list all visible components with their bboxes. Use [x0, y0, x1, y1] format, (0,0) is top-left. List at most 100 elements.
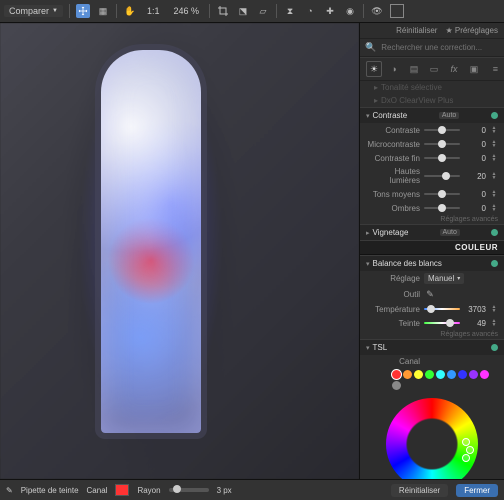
- stepper[interactable]: ▲▼: [490, 172, 498, 180]
- section-light-icon[interactable]: ☀: [366, 61, 382, 77]
- channel-dot[interactable]: [458, 370, 467, 379]
- horizon-tool-icon[interactable]: ⬔: [236, 4, 250, 18]
- wb-temp-slider[interactable]: [424, 304, 460, 314]
- section-color-icon[interactable]: ◑: [386, 61, 402, 77]
- section-vignetage-header[interactable]: ▸Vignetage Auto: [360, 224, 504, 240]
- footer-close-button[interactable]: Fermer: [456, 484, 498, 497]
- stepper[interactable]: ▲▼: [490, 319, 498, 327]
- footer-rayon-value: 3 px: [217, 486, 232, 495]
- redeye-tool-icon[interactable]: ◉: [343, 4, 357, 18]
- tsl-canal-label: Canal: [366, 357, 420, 366]
- separator: [363, 4, 364, 18]
- stepper[interactable]: ▲▼: [490, 305, 498, 313]
- perspective-tool-icon[interactable]: ▱: [256, 4, 270, 18]
- footer-pipette-label: Pipette de teinte: [21, 486, 79, 495]
- channel-dot[interactable]: [436, 370, 445, 379]
- zoom-percent[interactable]: 246 %: [169, 6, 203, 16]
- auto-toggle[interactable]: Auto: [439, 112, 459, 119]
- channel-dot[interactable]: [480, 370, 489, 379]
- section-contraste-header[interactable]: ▾ Contraste Auto: [360, 107, 504, 123]
- zoom-ratio[interactable]: 1:1: [143, 6, 164, 16]
- grid-tool-icon[interactable]: ▦: [96, 4, 110, 18]
- slider[interactable]: [424, 139, 460, 149]
- footer-reset-button[interactable]: Réinitialiser: [391, 484, 448, 497]
- compare-dropdown[interactable]: Comparer ▼: [4, 5, 63, 17]
- footer-rayon-label: Rayon: [137, 486, 160, 495]
- move-tool-icon[interactable]: [76, 4, 90, 18]
- section-enable-switch[interactable]: [491, 344, 498, 351]
- section-watermark-icon[interactable]: ▣: [466, 61, 482, 77]
- stepper[interactable]: ▲▼: [490, 126, 498, 134]
- wheel-handle[interactable]: [462, 454, 470, 462]
- slider-value: 0: [464, 140, 486, 149]
- image-canvas[interactable]: [0, 23, 359, 479]
- footer-channel-swatch[interactable]: [115, 484, 129, 496]
- slider-label: Hautes lumières: [366, 167, 420, 185]
- footer-canal-label: Canal: [87, 486, 108, 495]
- slider[interactable]: [424, 153, 460, 163]
- channel-dot[interactable]: [447, 370, 456, 379]
- slider[interactable]: [424, 125, 460, 135]
- wb-advanced-link[interactable]: Réglages avancés: [360, 330, 504, 339]
- section-enable-switch[interactable]: [491, 260, 498, 267]
- eyedropper-icon: ✎: [6, 486, 13, 495]
- wb-tool-label: Outil: [366, 290, 420, 299]
- slider[interactable]: [424, 189, 460, 199]
- stepper[interactable]: ▲▼: [490, 190, 498, 198]
- section-tsl-header[interactable]: ▾TSL: [360, 339, 504, 355]
- stepper[interactable]: ▲▼: [490, 204, 498, 212]
- channel-dot[interactable]: [425, 370, 434, 379]
- repair-tool-icon[interactable]: ✚: [323, 4, 337, 18]
- footer-rayon-slider[interactable]: [169, 488, 209, 492]
- presets-link[interactable]: ★ Préréglages: [445, 26, 498, 35]
- stepper[interactable]: ▲▼: [490, 140, 498, 148]
- section-detail-icon[interactable]: ▤: [406, 61, 422, 77]
- section-tonalite[interactable]: ▸Tonalité sélective: [360, 81, 504, 94]
- wb-mode-dropdown[interactable]: Manuel ▾: [424, 273, 464, 284]
- search-input[interactable]: [379, 42, 499, 53]
- channel-dot[interactable]: [392, 370, 401, 379]
- color-wheel[interactable]: ➚: [386, 398, 478, 479]
- frame-tool-icon[interactable]: [390, 4, 404, 18]
- wb-tint-slider[interactable]: [424, 318, 460, 328]
- section-fx-icon[interactable]: fx: [446, 61, 462, 77]
- chevron-down-icon: ▼: [52, 8, 58, 14]
- wb-picker-icon[interactable]: ⧗: [283, 4, 297, 18]
- panel-menu-icon[interactable]: ≡: [493, 64, 498, 74]
- auto-toggle[interactable]: Auto: [440, 229, 460, 236]
- channel-dot[interactable]: [392, 381, 401, 390]
- channel-dot[interactable]: [403, 370, 412, 379]
- search-icon: 🔍: [365, 42, 376, 53]
- wheel-arrow-icon: ➚: [424, 437, 439, 453]
- section-enable-switch[interactable]: [491, 112, 498, 119]
- wb-mode-label: Réglage: [366, 274, 420, 283]
- slider-value: 0: [464, 126, 486, 135]
- contraste-advanced-link[interactable]: Réglages avancés: [360, 215, 504, 224]
- view-tool-icon[interactable]: 👁: [370, 4, 384, 18]
- group-couleur: COULEUR: [360, 240, 504, 255]
- crop-tool-icon[interactable]: [216, 4, 230, 18]
- section-balance-header[interactable]: ▾Balance des blancs: [360, 255, 504, 271]
- right-panel: Réinitialiser ★ Préréglages 🔍 ☀ ◑ ▤ ▭ fx…: [359, 23, 504, 479]
- channel-dot[interactable]: [414, 370, 423, 379]
- slider[interactable]: [424, 171, 460, 181]
- wb-tint-value: 49: [464, 319, 486, 328]
- section-clearview[interactable]: ▸DxO ClearView Plus: [360, 94, 504, 107]
- channel-dot[interactable]: [469, 370, 478, 379]
- section-geometry-icon[interactable]: ▭: [426, 61, 442, 77]
- separator: [116, 4, 117, 18]
- slider[interactable]: [424, 203, 460, 213]
- section-enable-switch[interactable]: [491, 229, 498, 236]
- slider-value: 0: [464, 204, 486, 213]
- panel-reset-link[interactable]: Réinitialiser: [396, 26, 437, 35]
- image-preview-subject: [101, 50, 202, 433]
- slider-value: 0: [464, 154, 486, 163]
- compare-label: Comparer: [9, 6, 49, 16]
- stepper[interactable]: ▲▼: [490, 154, 498, 162]
- wheel-handle[interactable]: [466, 446, 474, 454]
- local-adjust-icon[interactable]: ◔: [303, 4, 317, 18]
- hand-tool-icon[interactable]: ✋: [123, 4, 137, 18]
- eyedropper-icon[interactable]: ✎: [424, 288, 436, 300]
- wheel-handle[interactable]: [462, 438, 470, 446]
- slider-label: Contraste: [366, 126, 420, 135]
